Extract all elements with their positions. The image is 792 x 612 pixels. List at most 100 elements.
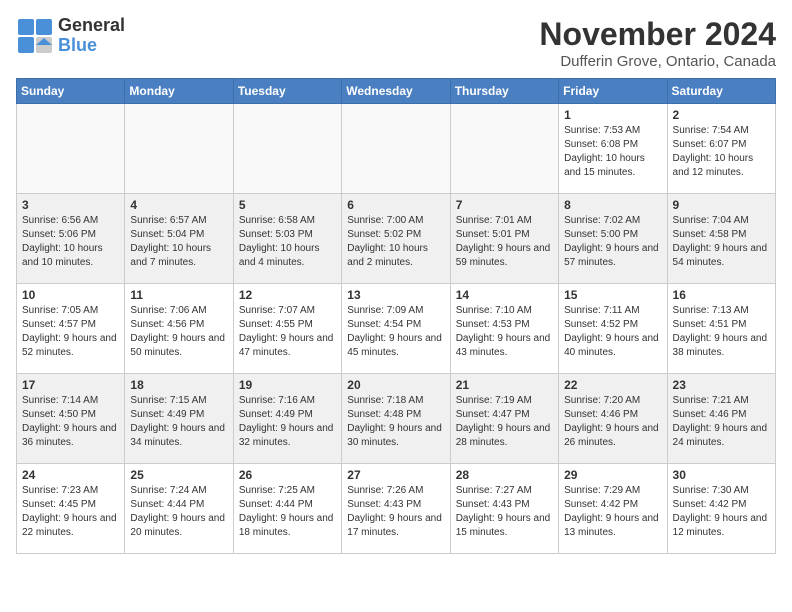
day-number: 8 bbox=[564, 198, 661, 212]
logo-blue: Blue bbox=[58, 36, 125, 56]
calendar-cell bbox=[342, 104, 450, 194]
calendar-cell: 25 Sunrise: 7:24 AM Sunset: 4:44 PM Dayli… bbox=[125, 464, 233, 554]
day-number: 25 bbox=[130, 468, 227, 482]
day-number: 10 bbox=[22, 288, 119, 302]
day-number: 4 bbox=[130, 198, 227, 212]
day-number: 17 bbox=[22, 378, 119, 392]
day-info: Sunrise: 7:20 AM Sunset: 4:46 PM Dayligh… bbox=[564, 394, 661, 450]
calendar-cell: 10 Sunrise: 7:05 AM Sunset: 4:57 PM Dayli… bbox=[17, 284, 125, 374]
day-number: 12 bbox=[239, 288, 336, 302]
calendar-cell: 3 Sunrise: 6:56 AM Sunset: 5:06 PM Daylig… bbox=[17, 194, 125, 284]
day-number: 14 bbox=[456, 288, 553, 302]
day-info: Sunrise: 7:11 AM Sunset: 4:52 PM Dayligh… bbox=[564, 304, 661, 360]
day-info: Sunrise: 7:04 AM Sunset: 4:58 PM Dayligh… bbox=[673, 214, 770, 270]
title-area: November 2024 Dufferin Grove, Ontario, C… bbox=[539, 16, 776, 70]
day-info: Sunrise: 7:06 AM Sunset: 4:56 PM Dayligh… bbox=[130, 304, 227, 360]
day-info: Sunrise: 7:16 AM Sunset: 4:49 PM Dayligh… bbox=[239, 394, 336, 450]
day-info: Sunrise: 7:27 AM Sunset: 4:43 PM Dayligh… bbox=[456, 484, 553, 540]
calendar-header-wednesday: Wednesday bbox=[342, 79, 450, 104]
day-number: 26 bbox=[239, 468, 336, 482]
calendar-cell: 27Sunrise: 7:26 AM Sunset: 4:43 PM Dayli… bbox=[342, 464, 450, 554]
day-info: Sunrise: 7:23 AM Sunset: 4:45 PM Dayligh… bbox=[22, 484, 119, 540]
calendar-cell: 12Sunrise: 7:07 AM Sunset: 4:55 PM Dayli… bbox=[233, 284, 341, 374]
calendar-week-row: 10 Sunrise: 7:05 AM Sunset: 4:57 PM Dayli… bbox=[17, 284, 776, 374]
day-number: 18 bbox=[130, 378, 227, 392]
day-info: Sunrise: 7:25 AM Sunset: 4:44 PM Dayligh… bbox=[239, 484, 336, 540]
calendar-cell bbox=[17, 104, 125, 194]
logo-general: General bbox=[58, 16, 125, 36]
calendar-cell: 16 Sunrise: 7:13 AM Sunset: 4:51 PM Dayli… bbox=[667, 284, 775, 374]
day-number: 1 bbox=[564, 108, 661, 122]
calendar-week-row: 17Sunrise: 7:14 AM Sunset: 4:50 PM Dayli… bbox=[17, 374, 776, 464]
calendar-header-row: SundayMondayTuesdayWednesdayThursdayFrid… bbox=[17, 79, 776, 104]
calendar-header-monday: Monday bbox=[125, 79, 233, 104]
calendar-week-row: 1Sunrise: 7:53 AM Sunset: 6:08 PM Daylig… bbox=[17, 104, 776, 194]
day-info: Sunrise: 7:05 AM Sunset: 4:57 PM Dayligh… bbox=[22, 304, 119, 360]
day-info: Sunrise: 7:21 AM Sunset: 4:46 PM Dayligh… bbox=[673, 394, 770, 450]
calendar-cell bbox=[450, 104, 558, 194]
calendar-cell bbox=[233, 104, 341, 194]
day-number: 5 bbox=[239, 198, 336, 212]
day-info: Sunrise: 7:26 AM Sunset: 4:43 PM Dayligh… bbox=[347, 484, 444, 540]
day-info: Sunrise: 6:57 AM Sunset: 5:04 PM Dayligh… bbox=[130, 214, 227, 270]
day-number: 6 bbox=[347, 198, 444, 212]
day-number: 24 bbox=[22, 468, 119, 482]
calendar-week-row: 3 Sunrise: 6:56 AM Sunset: 5:06 PM Daylig… bbox=[17, 194, 776, 284]
calendar-header-thursday: Thursday bbox=[450, 79, 558, 104]
calendar-cell: 9 Sunrise: 7:04 AM Sunset: 4:58 PM Daylig… bbox=[667, 194, 775, 284]
day-info: Sunrise: 7:10 AM Sunset: 4:53 PM Dayligh… bbox=[456, 304, 553, 360]
day-number: 3 bbox=[22, 198, 119, 212]
day-number: 23 bbox=[673, 378, 770, 392]
calendar-cell: 18 Sunrise: 7:15 AM Sunset: 4:49 PM Dayli… bbox=[125, 374, 233, 464]
day-number: 22 bbox=[564, 378, 661, 392]
day-info: Sunrise: 7:18 AM Sunset: 4:48 PM Dayligh… bbox=[347, 394, 444, 450]
day-info: Sunrise: 7:24 AM Sunset: 4:44 PM Dayligh… bbox=[130, 484, 227, 540]
day-number: 15 bbox=[564, 288, 661, 302]
day-number: 13 bbox=[347, 288, 444, 302]
day-number: 28 bbox=[456, 468, 553, 482]
calendar-cell: 14 Sunrise: 7:10 AM Sunset: 4:53 PM Dayli… bbox=[450, 284, 558, 374]
day-number: 29 bbox=[564, 468, 661, 482]
calendar-cell: 2Sunrise: 7:54 AM Sunset: 6:07 PM Daylig… bbox=[667, 104, 775, 194]
day-info: Sunrise: 7:13 AM Sunset: 4:51 PM Dayligh… bbox=[673, 304, 770, 360]
day-number: 19 bbox=[239, 378, 336, 392]
calendar-cell: 26 Sunrise: 7:25 AM Sunset: 4:44 PM Dayli… bbox=[233, 464, 341, 554]
day-number: 2 bbox=[673, 108, 770, 122]
day-number: 16 bbox=[673, 288, 770, 302]
calendar-cell: 21Sunrise: 7:19 AM Sunset: 4:47 PM Dayli… bbox=[450, 374, 558, 464]
calendar-header-sunday: Sunday bbox=[17, 79, 125, 104]
calendar-header-friday: Friday bbox=[559, 79, 667, 104]
calendar-cell: 28 Sunrise: 7:27 AM Sunset: 4:43 PM Dayli… bbox=[450, 464, 558, 554]
day-info: Sunrise: 7:15 AM Sunset: 4:49 PM Dayligh… bbox=[130, 394, 227, 450]
day-info: Sunrise: 7:00 AM Sunset: 5:02 PM Dayligh… bbox=[347, 214, 444, 270]
day-info: Sunrise: 7:09 AM Sunset: 4:54 PM Dayligh… bbox=[347, 304, 444, 360]
calendar-header-saturday: Saturday bbox=[667, 79, 775, 104]
calendar-cell: 24 Sunrise: 7:23 AM Sunset: 4:45 PM Dayli… bbox=[17, 464, 125, 554]
day-info: Sunrise: 6:58 AM Sunset: 5:03 PM Dayligh… bbox=[239, 214, 336, 270]
calendar-cell: 11 Sunrise: 7:06 AM Sunset: 4:56 PM Dayli… bbox=[125, 284, 233, 374]
calendar-header-tuesday: Tuesday bbox=[233, 79, 341, 104]
month-title: November 2024 bbox=[539, 16, 776, 53]
calendar-cell: 6 Sunrise: 7:00 AM Sunset: 5:02 PM Daylig… bbox=[342, 194, 450, 284]
calendar-cell: 30Sunrise: 7:30 AM Sunset: 4:42 PM Dayli… bbox=[667, 464, 775, 554]
day-info: Sunrise: 7:01 AM Sunset: 5:01 PM Dayligh… bbox=[456, 214, 553, 270]
day-info: Sunrise: 7:29 AM Sunset: 4:42 PM Dayligh… bbox=[564, 484, 661, 540]
calendar-cell: 15 Sunrise: 7:11 AM Sunset: 4:52 PM Dayli… bbox=[559, 284, 667, 374]
calendar-cell: 13 Sunrise: 7:09 AM Sunset: 4:54 PM Dayli… bbox=[342, 284, 450, 374]
day-number: 11 bbox=[130, 288, 227, 302]
calendar-cell: 4 Sunrise: 6:57 AM Sunset: 5:04 PM Daylig… bbox=[125, 194, 233, 284]
calendar-week-row: 24 Sunrise: 7:23 AM Sunset: 4:45 PM Dayli… bbox=[17, 464, 776, 554]
logo-icon bbox=[16, 17, 54, 55]
day-info: Sunrise: 6:56 AM Sunset: 5:06 PM Dayligh… bbox=[22, 214, 119, 270]
calendar-cell: 5 Sunrise: 6:58 AM Sunset: 5:03 PM Daylig… bbox=[233, 194, 341, 284]
day-number: 7 bbox=[456, 198, 553, 212]
day-number: 20 bbox=[347, 378, 444, 392]
day-number: 9 bbox=[673, 198, 770, 212]
calendar-cell: 20 Sunrise: 7:18 AM Sunset: 4:48 PM Dayli… bbox=[342, 374, 450, 464]
calendar-cell: 7 Sunrise: 7:01 AM Sunset: 5:01 PM Daylig… bbox=[450, 194, 558, 284]
day-info: Sunrise: 7:19 AM Sunset: 4:47 PM Dayligh… bbox=[456, 394, 553, 450]
calendar-cell: 23 Sunrise: 7:21 AM Sunset: 4:46 PM Dayli… bbox=[667, 374, 775, 464]
header: General Blue November 2024 Dufferin Grov… bbox=[16, 16, 776, 70]
calendar-cell: 17Sunrise: 7:14 AM Sunset: 4:50 PM Dayli… bbox=[17, 374, 125, 464]
calendar-cell: 22 Sunrise: 7:20 AM Sunset: 4:46 PM Dayli… bbox=[559, 374, 667, 464]
